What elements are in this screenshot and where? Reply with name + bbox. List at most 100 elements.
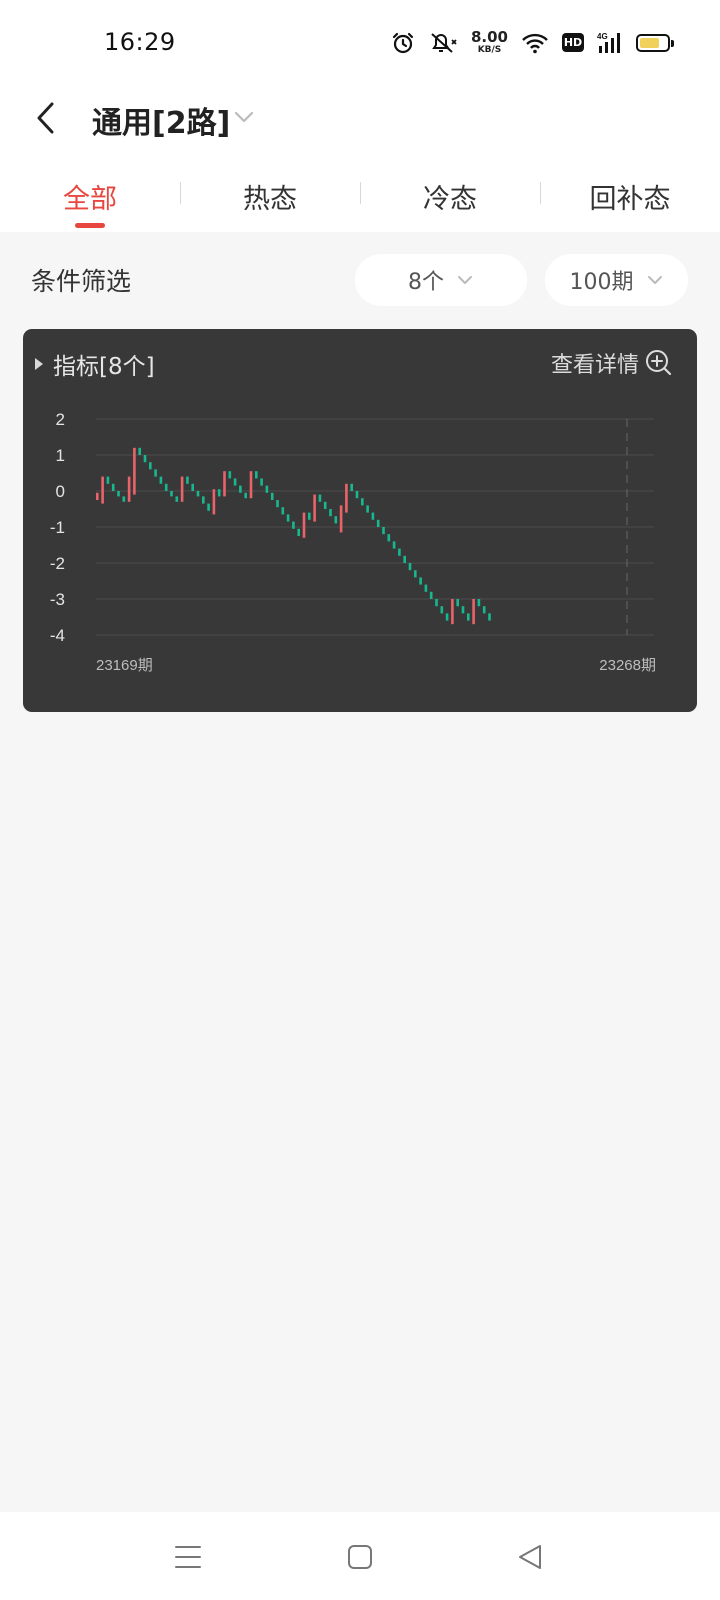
candle [451,599,454,625]
y-tick-label: -2 [50,554,65,573]
candle [159,476,163,484]
candle [270,492,274,500]
candle [164,483,168,491]
x-start-label: 23169期 [96,657,153,674]
candle [149,462,152,470]
candle [297,528,300,536]
candle [212,489,216,515]
candle [191,483,194,491]
y-axis-ticks: 2 1 0 -1 -2 -3 -4 [50,410,65,645]
candle [281,507,285,515]
candle [265,485,269,493]
tab-rebound[interactable]: 回补态 [540,168,720,232]
back-triangle-icon [519,1545,541,1569]
candle [233,478,237,486]
candle [127,476,131,502]
title-dropdown-button[interactable] [232,105,256,129]
tab-divider [540,182,541,204]
candle [371,512,375,520]
y-tick-label: 2 [56,410,65,429]
candle [133,447,136,495]
candle [101,476,104,504]
net-speed: 8.00 KB/S [470,28,508,55]
home-icon [348,1545,372,1569]
svg-text:4G: 4G [597,32,608,41]
candle [249,471,253,499]
chevron-down-icon [647,276,662,284]
tab-cold[interactable]: 冷态 [360,168,540,232]
candle [461,606,465,614]
candle [302,512,306,538]
period-select[interactable]: 100期 [545,254,688,306]
menu-button[interactable] [170,1540,206,1574]
candle [345,483,348,513]
menu-icon [175,1546,201,1568]
x-end-label: 23268期 [599,657,656,674]
count-select[interactable]: 8个 [355,254,527,306]
candle [477,599,481,607]
navigation-bar [0,1512,720,1600]
candle [207,503,210,511]
chart-grid [96,418,654,636]
count-select-value: 8个 [408,270,444,295]
candle [180,476,184,502]
tab-all[interactable]: 全部 [0,168,180,232]
tab-divider [180,182,181,204]
candle [244,492,247,499]
indicator-toggle[interactable]: 指标[8个] [33,347,155,381]
candle [482,606,486,614]
candle [202,496,205,504]
mute-icon [428,31,458,55]
candle [456,599,459,607]
back-button[interactable] [30,96,60,140]
candle [239,485,242,493]
view-details-label: 查看详情 [550,353,639,378]
zoom-in-icon [646,350,672,376]
candle [138,447,141,455]
candle [387,534,391,542]
candle [106,476,110,484]
candle [111,483,115,491]
candle [440,606,444,614]
candle [186,476,189,484]
candle [435,599,438,607]
candle [392,541,396,549]
candle [228,471,232,479]
candle [467,613,470,621]
candle [122,496,126,502]
candle [355,491,359,499]
candle [255,471,258,479]
triangle-right-icon [35,358,43,370]
candle [217,489,221,497]
candle [445,613,449,621]
candle [366,505,369,513]
status-bar: 16:29 8.00 KB/S HD 4G [0,0,720,88]
tab-label: 回补态 [589,184,671,215]
candle [117,491,120,497]
candle [196,491,200,497]
signal-icon: 4G [597,31,623,55]
candle [419,577,422,585]
tab-active-indicator [75,223,105,228]
title-bar: 通用[2路] [0,88,720,168]
back-nav-button[interactable] [512,1540,548,1574]
hd-icon: HD [562,33,584,52]
tab-hot[interactable]: 热态 [180,168,360,232]
home-button[interactable] [342,1540,378,1574]
indicator-chart: 2 1 0 -1 -2 -3 -4 23169期 23268期 [50,410,656,674]
alarm-icon [391,31,415,55]
candle [472,599,475,625]
chevron-down-icon [234,111,254,123]
candle [96,492,99,500]
candle [403,555,406,563]
candle [334,516,338,524]
candle [361,498,364,506]
page-title[interactable]: 通用[2路] [92,98,230,142]
candle [292,521,295,529]
wifi-icon [521,32,549,54]
status-icons: 8.00 KB/S HD 4G [391,28,674,55]
candle [175,496,179,502]
view-details-button[interactable]: 查看详情 [551,347,673,379]
candle [398,548,401,556]
candle [260,478,263,486]
